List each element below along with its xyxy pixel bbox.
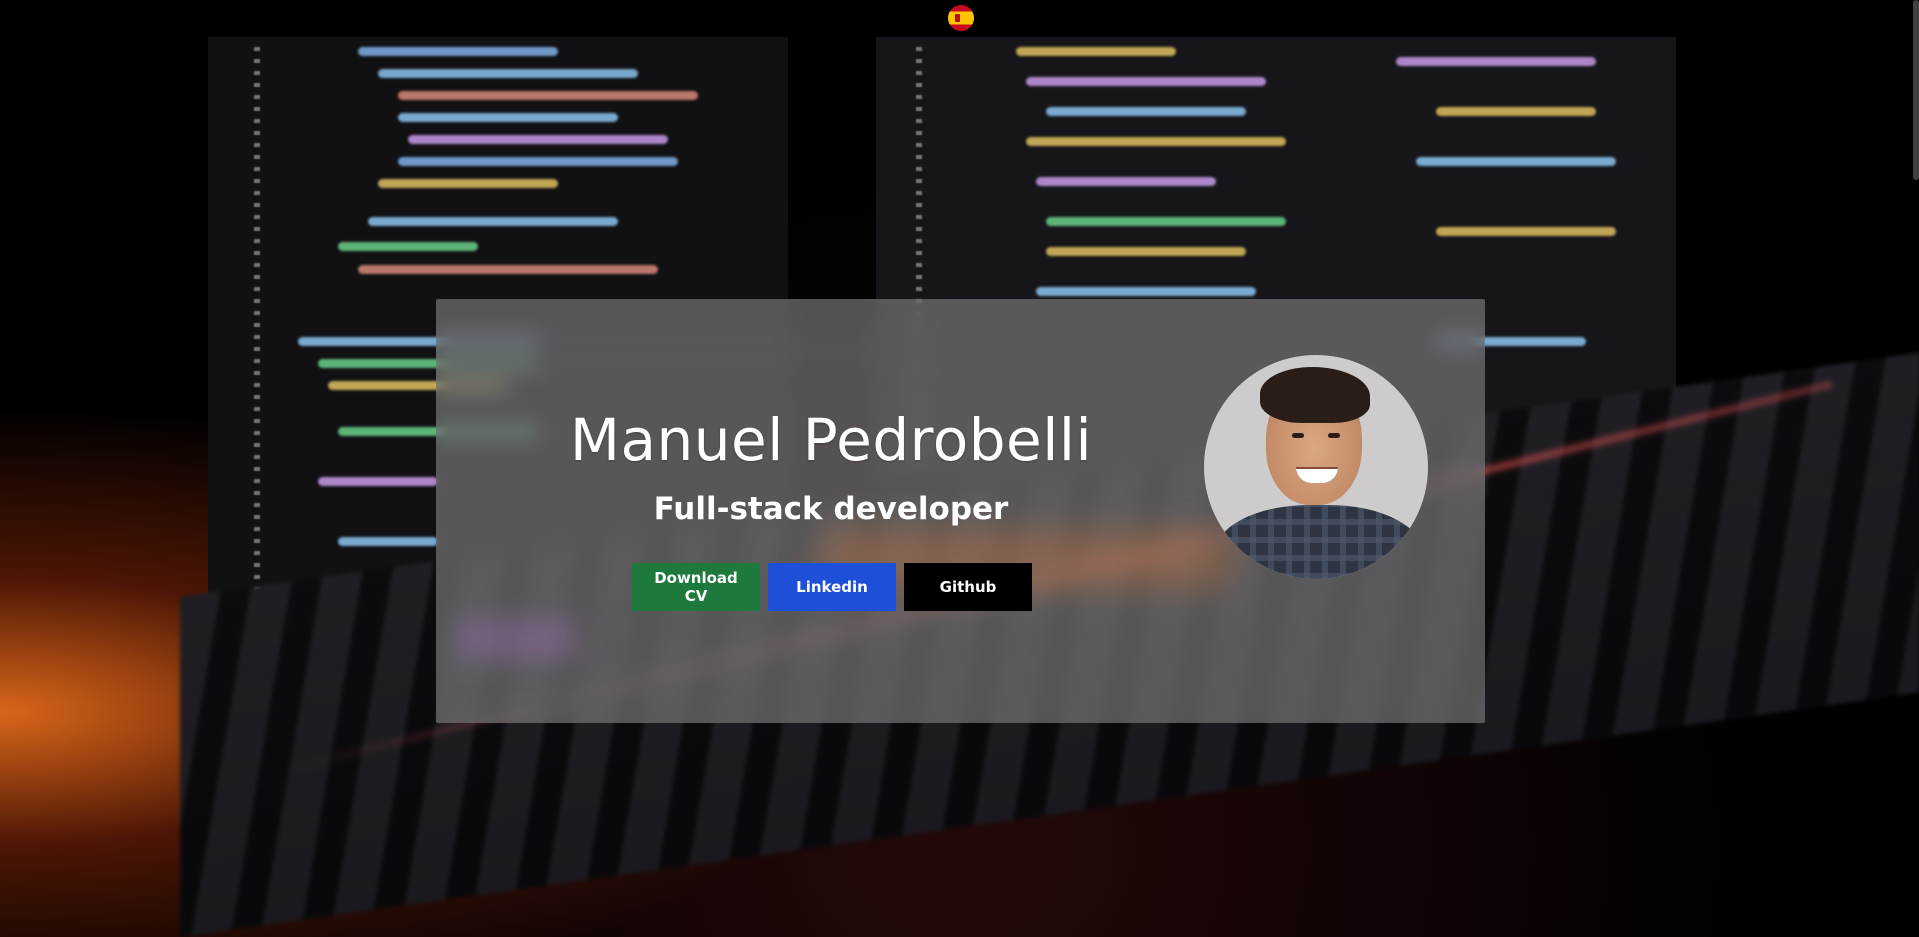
linkedin-button[interactable]: Linkedin (768, 563, 896, 611)
scrollbar[interactable] (1913, 0, 1919, 180)
profile-role: Full-stack developer (653, 491, 1009, 527)
avatar (1204, 355, 1428, 579)
top-bar (0, 0, 1919, 37)
spain-flag-icon[interactable] (948, 5, 974, 31)
action-buttons: Download CV Linkedin Github (632, 563, 1032, 611)
github-button[interactable]: Github (904, 563, 1032, 611)
profile-name: Manuel Pedrobelli (569, 406, 1093, 474)
page: Manuel Pedrobelli Full-stack developer D… (0, 0, 1919, 937)
download-cv-button[interactable]: Download CV (632, 563, 760, 611)
hero-card: Manuel Pedrobelli Full-stack developer D… (436, 299, 1485, 723)
